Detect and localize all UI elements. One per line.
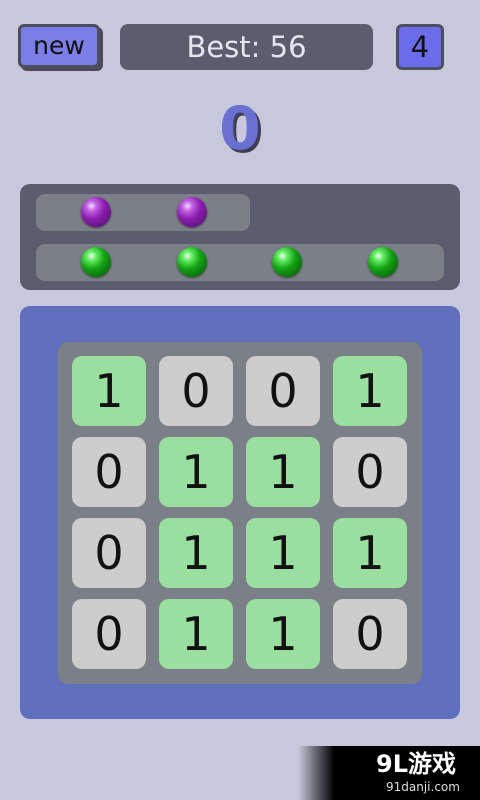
board-cell-r1-c1[interactable]: 1 (72, 356, 146, 426)
board-cell-r4-c3[interactable]: 1 (246, 599, 320, 669)
site-watermark: 9L游戏 91danji.com (298, 746, 480, 800)
board-cell-r4-c2[interactable]: 1 (159, 599, 233, 669)
level-button[interactable]: 4 (396, 24, 444, 70)
best-score: Best: 56 (120, 24, 373, 70)
board-cell-r3-c4[interactable]: 1 (333, 518, 407, 588)
green-ball-icon (81, 247, 111, 277)
board-cell-r4-c4[interactable]: 0 (333, 599, 407, 669)
board-cell-r4-c1[interactable]: 0 (72, 599, 146, 669)
indicator-panel (20, 184, 460, 290)
board-cell-r2-c4[interactable]: 0 (333, 437, 407, 507)
board-cell-r3-c2[interactable]: 1 (159, 518, 233, 588)
purple-ball-icon (177, 197, 207, 227)
board-cell-r2-c2[interactable]: 1 (159, 437, 233, 507)
board-cell-r1-c3[interactable]: 0 (246, 356, 320, 426)
green-ball-icon (177, 247, 207, 277)
board-cell-r2-c1[interactable]: 0 (72, 437, 146, 507)
game-board-frame: 1 0 0 1 0 1 1 0 0 1 1 1 0 1 1 0 (20, 306, 460, 719)
board-cell-r1-c2[interactable]: 0 (159, 356, 233, 426)
new-game-button[interactable]: new (18, 24, 100, 68)
watermark-url: 91danji.com (386, 780, 460, 794)
board-cell-r3-c3[interactable]: 1 (246, 518, 320, 588)
current-score: 0 (219, 94, 261, 164)
board-cell-r3-c1[interactable]: 0 (72, 518, 146, 588)
board-cell-r2-c3[interactable]: 1 (246, 437, 320, 507)
purple-ball-icon (81, 197, 111, 227)
watermark-logo: 9L游戏 (376, 750, 456, 778)
indicator-track-green (36, 244, 444, 281)
green-ball-icon (368, 247, 398, 277)
game-board: 1 0 0 1 0 1 1 0 0 1 1 1 0 1 1 0 (58, 342, 422, 684)
green-ball-icon (272, 247, 302, 277)
board-cell-r1-c4[interactable]: 1 (333, 356, 407, 426)
indicator-track-purple (36, 194, 250, 231)
